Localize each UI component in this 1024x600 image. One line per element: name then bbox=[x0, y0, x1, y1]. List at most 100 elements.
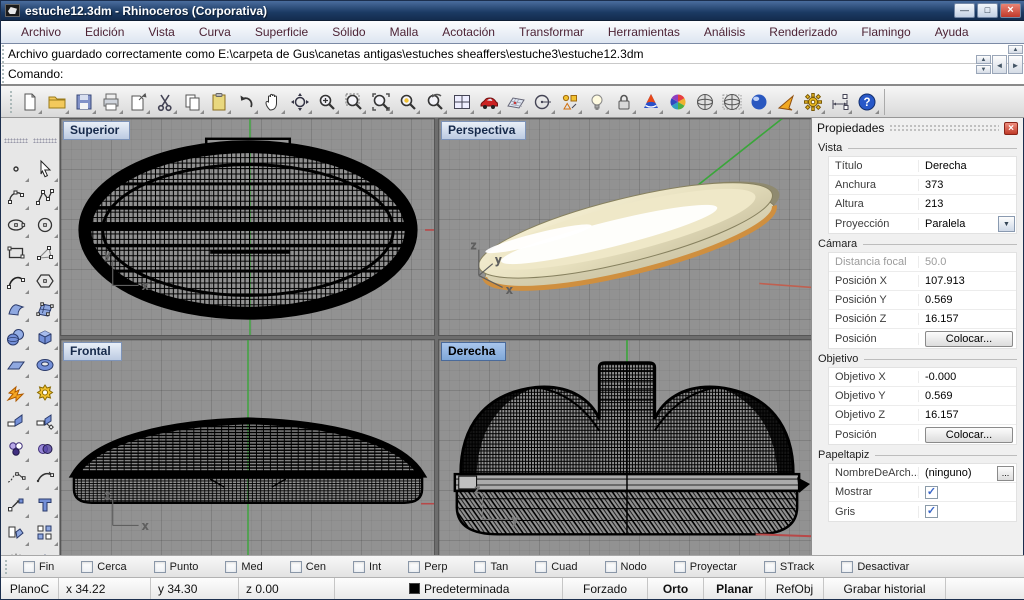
surface-tool[interactable] bbox=[3, 296, 29, 322]
maximize-button[interactable]: □ bbox=[977, 3, 998, 18]
toggle-forzado[interactable]: Forzado bbox=[563, 578, 648, 599]
toggle-refobj[interactable]: RefObj bbox=[766, 578, 824, 599]
open-file-button[interactable] bbox=[44, 89, 70, 115]
menu-acotacion[interactable]: Acotación bbox=[430, 21, 507, 43]
browse-file-button[interactable]: ... bbox=[997, 466, 1014, 481]
polyline-tool[interactable] bbox=[32, 184, 58, 210]
menu-transformar[interactable]: Transformar bbox=[507, 21, 596, 43]
dimension-button[interactable] bbox=[827, 89, 853, 115]
osnap-strack[interactable]: STrack bbox=[764, 561, 814, 573]
command-input[interactable]: Comando: bbox=[1, 64, 1024, 84]
command-grip[interactable] bbox=[1, 44, 5, 84]
sphere-tool[interactable] bbox=[3, 324, 29, 350]
osnap-int-checkbox[interactable] bbox=[353, 561, 365, 573]
point-tool[interactable] bbox=[3, 156, 29, 182]
osnap-cen[interactable]: Cen bbox=[290, 561, 326, 573]
rotate-view-button[interactable] bbox=[287, 89, 313, 115]
menu-solido[interactable]: Sólido bbox=[320, 21, 377, 43]
help-button[interactable] bbox=[854, 89, 880, 115]
surface-from-points-tool[interactable] bbox=[32, 296, 58, 322]
menu-curva[interactable]: Curva bbox=[187, 21, 243, 43]
move-tool[interactable] bbox=[3, 492, 29, 518]
menu-malla[interactable]: Malla bbox=[378, 21, 431, 43]
command-scroll-left-icon[interactable]: ◄ bbox=[992, 55, 1007, 74]
objetivo-colocar-button[interactable]: Colocar... bbox=[925, 427, 1013, 443]
viewport-perspectiva[interactable]: Perspectiva bbox=[438, 118, 813, 336]
osnap-cuad[interactable]: Cuad bbox=[535, 561, 577, 573]
left-toolbar-grip2[interactable] bbox=[33, 138, 57, 143]
objetivo-x-value[interactable]: -0.000 bbox=[919, 371, 1016, 383]
toggle-grabar-historial[interactable]: Grabar historial bbox=[824, 578, 946, 599]
render-button[interactable] bbox=[638, 89, 664, 115]
osnap-med[interactable]: Med bbox=[225, 561, 262, 573]
toggle-orto[interactable]: Orto bbox=[648, 578, 704, 599]
box-tool[interactable] bbox=[32, 324, 58, 350]
menu-renderizado[interactable]: Renderizado bbox=[757, 21, 849, 43]
export-button[interactable] bbox=[125, 89, 151, 115]
pan-view-button[interactable] bbox=[260, 89, 286, 115]
command-spin-down-icon[interactable]: ▼ bbox=[976, 65, 991, 74]
toggle-planar[interactable]: Planar bbox=[704, 578, 766, 599]
menu-superficie[interactable]: Superficie bbox=[243, 21, 320, 43]
plane-tool[interactable] bbox=[3, 352, 29, 378]
proyeccion-value[interactable]: Paralela▼ bbox=[919, 216, 1016, 232]
menu-herramientas[interactable]: Herramientas bbox=[596, 21, 692, 43]
polygon-tool[interactable] bbox=[32, 268, 58, 294]
gris-checkbox[interactable]: ✓ bbox=[925, 505, 938, 518]
viewport-tab-frontal[interactable]: Frontal bbox=[63, 342, 122, 361]
osnap-fin[interactable]: Fin bbox=[23, 561, 54, 573]
rhino-logo-icon[interactable] bbox=[5, 4, 20, 17]
lock-button[interactable] bbox=[611, 89, 637, 115]
boolean-tool[interactable] bbox=[32, 380, 58, 406]
osnap-perp-checkbox[interactable] bbox=[408, 561, 420, 573]
shaded-view-button[interactable] bbox=[692, 89, 718, 115]
text-tool[interactable] bbox=[32, 492, 58, 518]
osnap-proyectar[interactable]: Proyectar bbox=[674, 561, 737, 573]
menu-edicion[interactable]: Edición bbox=[73, 21, 136, 43]
osnap-nodo[interactable]: Nodo bbox=[605, 561, 647, 573]
cone-tool[interactable] bbox=[32, 240, 58, 266]
curve-tool[interactable] bbox=[3, 184, 29, 210]
color-blend-tool[interactable] bbox=[32, 436, 58, 462]
viewport-superior[interactable]: Superior bbox=[60, 118, 435, 336]
anchura-value[interactable]: 373 bbox=[919, 179, 1016, 191]
ghosted-view-button[interactable] bbox=[719, 89, 745, 115]
layer-light-button[interactable] bbox=[584, 89, 610, 115]
osnap-perp[interactable]: Perp bbox=[408, 561, 447, 573]
viewport-frontal[interactable]: Frontal z x bbox=[60, 339, 435, 557]
paste-button[interactable] bbox=[206, 89, 232, 115]
flamingo-button[interactable] bbox=[773, 89, 799, 115]
osnap-cen-checkbox[interactable] bbox=[290, 561, 302, 573]
osnap-strack-checkbox[interactable] bbox=[764, 561, 776, 573]
ellipse-tool[interactable] bbox=[3, 212, 29, 238]
zoom-dynamic-button[interactable] bbox=[314, 89, 340, 115]
osnap-grip[interactable] bbox=[4, 559, 8, 574]
viewport-layout-button[interactable] bbox=[449, 89, 475, 115]
osnap-cuad-checkbox[interactable] bbox=[535, 561, 547, 573]
command-spin-up-icon[interactable]: ▲ bbox=[976, 55, 991, 64]
osnap-desactivar-checkbox[interactable] bbox=[841, 561, 853, 573]
zoom-extents-button[interactable] bbox=[368, 89, 394, 115]
osnap-med-checkbox[interactable] bbox=[225, 561, 237, 573]
menu-archivo[interactable]: Archivo bbox=[9, 21, 73, 43]
rectangle-tool[interactable] bbox=[3, 240, 29, 266]
circle-tool-button[interactable] bbox=[530, 89, 556, 115]
posicion-y-value[interactable]: 0.569 bbox=[919, 294, 1016, 306]
array-tool[interactable] bbox=[32, 520, 58, 546]
offset-tool[interactable] bbox=[3, 520, 29, 546]
undo-view-button[interactable] bbox=[422, 89, 448, 115]
circle-tool[interactable] bbox=[32, 212, 58, 238]
viewport-tab-derecha[interactable]: Derecha bbox=[441, 342, 506, 361]
copy-button[interactable] bbox=[179, 89, 205, 115]
osnap-proyectar-checkbox[interactable] bbox=[674, 561, 686, 573]
layer-indicator[interactable]: Predeterminada bbox=[335, 578, 563, 599]
posicion-z-value[interactable]: 16.157 bbox=[919, 313, 1016, 325]
blend-curve-tool[interactable] bbox=[3, 464, 29, 490]
trim-tool[interactable] bbox=[3, 408, 29, 434]
panel-close-icon[interactable]: × bbox=[1004, 122, 1018, 135]
proyeccion-dropdown-icon[interactable]: ▼ bbox=[998, 216, 1015, 232]
split-tool[interactable] bbox=[32, 408, 58, 434]
titulo-value[interactable]: Derecha bbox=[919, 160, 1016, 172]
osnap-punto-checkbox[interactable] bbox=[154, 561, 166, 573]
close-button[interactable]: × bbox=[1000, 3, 1021, 18]
